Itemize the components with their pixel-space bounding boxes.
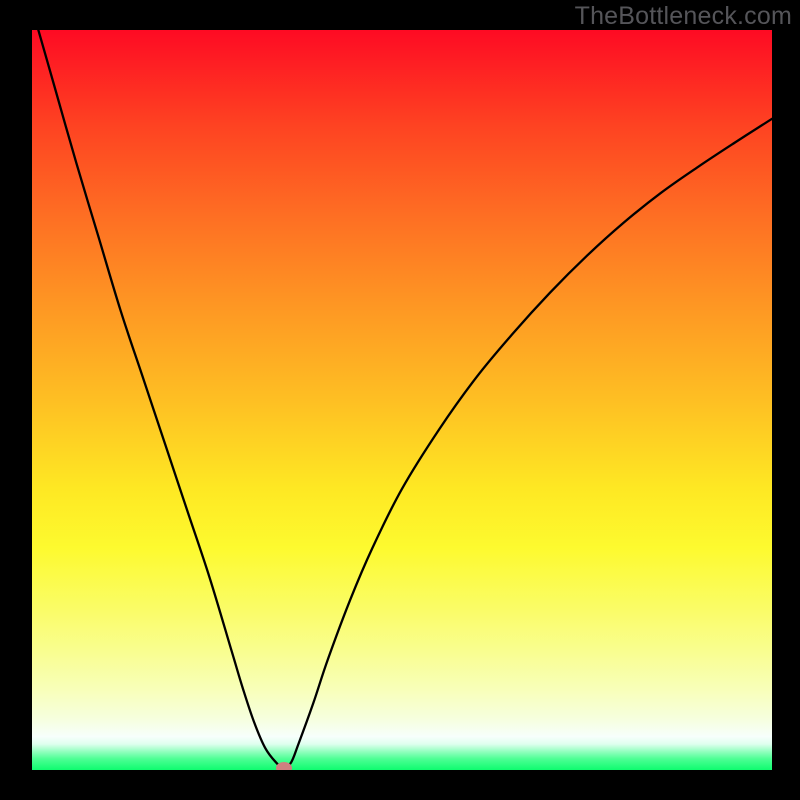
- plot-area: [32, 30, 772, 770]
- bottleneck-curve: [32, 30, 772, 770]
- watermark-text: TheBottleneck.com: [575, 2, 792, 31]
- optimum-marker-icon: [276, 762, 292, 770]
- chart-frame: TheBottleneck.com: [0, 0, 800, 800]
